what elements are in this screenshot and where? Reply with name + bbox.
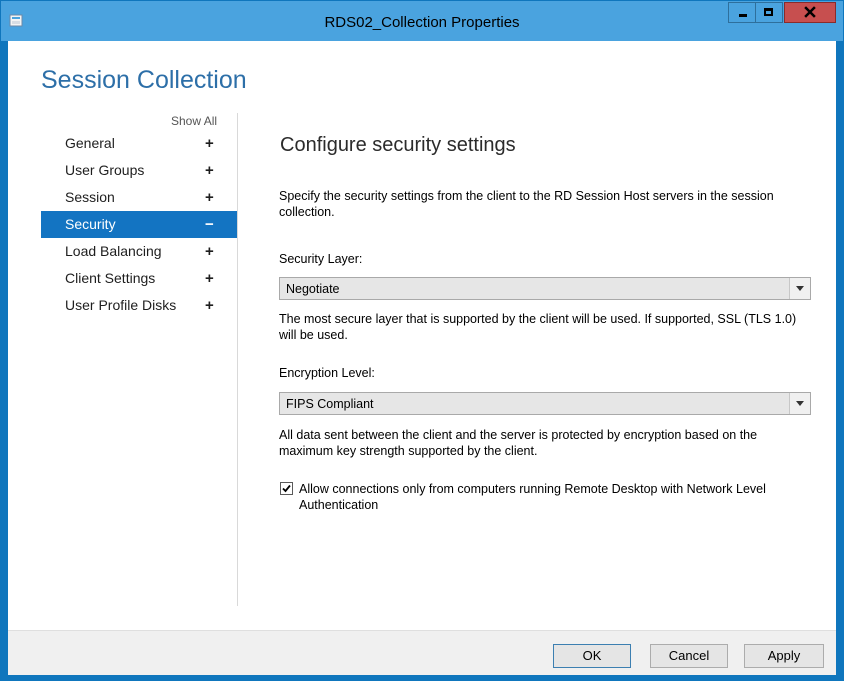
encryption-level-note: All data sent between the client and the…: [279, 428, 758, 458]
chevron-down-icon: [796, 401, 804, 406]
section-title: Configure security settings: [280, 134, 516, 156]
collapse-icon: −: [205, 216, 214, 233]
properties-window: RDS02_Collection Properties Session Coll…: [0, 0, 844, 681]
security-layer-dropdown[interactable]: Negotiate: [279, 277, 811, 300]
ok-button[interactable]: OK: [553, 644, 631, 668]
nav-item-label: User Groups: [65, 162, 145, 178]
expand-icon: +: [205, 135, 214, 152]
section-description: Specify the security settings from the c…: [279, 189, 774, 219]
dialog-body: Session Collection Show All General + Us…: [8, 41, 836, 675]
nav-item-load-balancing[interactable]: Load Balancing +: [41, 238, 237, 265]
apply-button[interactable]: Apply: [744, 644, 824, 668]
title-bar[interactable]: RDS02_Collection Properties: [1, 1, 843, 41]
expand-icon: +: [205, 297, 214, 314]
nla-checkbox-label[interactable]: Allow connections only from computers ru…: [299, 481, 819, 513]
chevron-down-icon: [796, 286, 804, 291]
security-layer-note: The most secure layer that is supported …: [279, 312, 797, 342]
section-nav: General + User Groups + Session + Securi…: [41, 130, 237, 319]
nav-item-session[interactable]: Session +: [41, 184, 237, 211]
encryption-level-value: FIPS Compliant: [286, 397, 374, 411]
nav-item-label: User Profile Disks: [65, 297, 177, 313]
page-heading: Session Collection: [41, 66, 247, 94]
dropdown-button[interactable]: [789, 278, 810, 299]
nav-item-client-settings[interactable]: Client Settings +: [41, 265, 237, 292]
cancel-button[interactable]: Cancel: [650, 644, 728, 668]
nav-item-label: Client Settings: [65, 270, 156, 286]
nav-item-label: Load Balancing: [65, 243, 162, 259]
encryption-level-label: Encryption Level:: [279, 366, 375, 380]
close-icon: [804, 6, 816, 18]
expand-icon: +: [205, 189, 214, 206]
nav-item-security[interactable]: Security −: [41, 211, 237, 238]
close-button[interactable]: [784, 2, 836, 23]
encryption-level-dropdown[interactable]: FIPS Compliant: [279, 392, 811, 415]
nav-item-general[interactable]: General +: [41, 130, 237, 157]
minimize-icon: [739, 14, 747, 17]
dialog-footer: OK Cancel Apply: [8, 630, 836, 675]
dropdown-button[interactable]: [789, 393, 810, 414]
show-all-link[interactable]: Show All: [171, 114, 217, 128]
window-title: RDS02_Collection Properties: [324, 14, 520, 31]
nav-item-label: General: [65, 135, 115, 151]
expand-icon: +: [205, 162, 214, 179]
checkmark-icon: [282, 484, 291, 493]
nla-checkbox[interactable]: [280, 482, 293, 495]
minimize-button[interactable]: [728, 2, 756, 23]
nav-item-user-groups[interactable]: User Groups +: [41, 157, 237, 184]
maximize-button[interactable]: [756, 2, 783, 23]
nav-item-label: Security: [65, 216, 116, 232]
maximize-icon: [764, 8, 773, 16]
expand-icon: +: [205, 270, 214, 287]
nav-item-label: Session: [65, 189, 115, 205]
security-layer-value: Negotiate: [286, 282, 340, 296]
nav-item-user-profile-disks[interactable]: User Profile Disks +: [41, 292, 237, 319]
security-layer-label: Security Layer:: [279, 252, 363, 266]
expand-icon: +: [205, 243, 214, 260]
nav-divider: [237, 113, 238, 606]
